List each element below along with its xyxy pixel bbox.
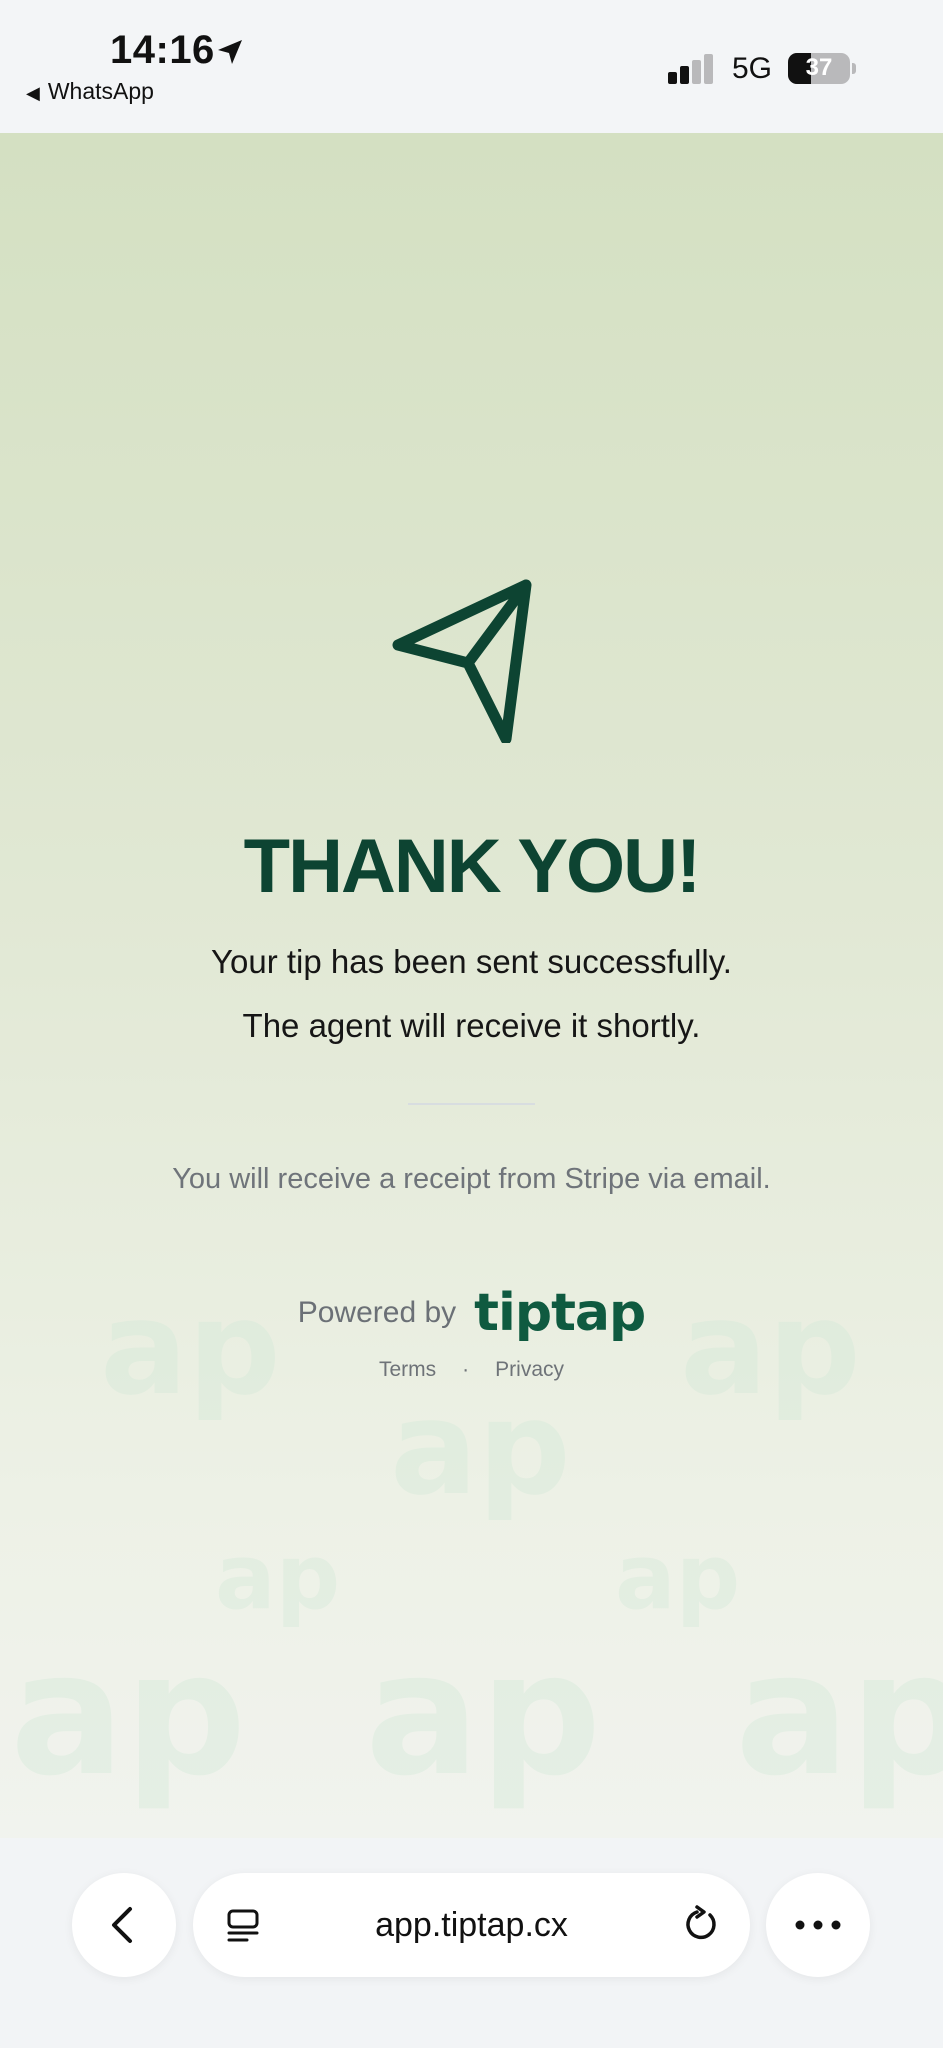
status-bar: 14:16 ◀ WhatsApp 5G 37 — [0, 0, 943, 133]
battery-tip — [852, 63, 856, 74]
powered-by-label: Powered by — [297, 1296, 457, 1329]
watermark-glyph: ap — [215, 1525, 340, 1630]
tiptap-logo[interactable]: tiptap — [474, 1283, 646, 1343]
cellular-signal-icon — [668, 54, 716, 84]
watermark-glyph: ap — [615, 1525, 740, 1630]
divider — [408, 1103, 535, 1105]
back-triangle-icon: ◀ — [26, 83, 40, 103]
terms-link[interactable]: Terms — [379, 1358, 436, 1382]
watermark-glyph: ap — [390, 1372, 571, 1524]
watermark-glyph: ap — [735, 1616, 943, 1814]
back-to-app-link[interactable]: ◀ WhatsApp — [26, 78, 154, 105]
browser-toolbar: app.tiptap.cx — [0, 1838, 943, 2048]
status-time: 14:16 — [110, 28, 215, 72]
page-content: ap ap ap ap ap ap ap ap THANK YOU! Your … — [0, 133, 943, 1838]
watermark-glyph: ap — [10, 1616, 246, 1814]
back-app-label: WhatsApp — [47, 78, 154, 104]
back-button[interactable] — [72, 1873, 176, 1977]
watermark-glyph: ap — [365, 1616, 601, 1814]
footer-links: Terms · Privacy — [0, 1358, 943, 1382]
network-type: 5G — [732, 52, 773, 85]
reload-icon[interactable] — [680, 1905, 720, 1945]
location-arrow-icon — [218, 40, 242, 64]
receipt-note: You will receive a receipt from Stripe v… — [172, 1163, 771, 1195]
privacy-link[interactable]: Privacy — [495, 1358, 564, 1382]
address-bar[interactable]: app.tiptap.cx — [193, 1873, 750, 1977]
agent-message: The agent will receive it shortly. — [242, 1007, 701, 1044]
battery-icon: 37 — [788, 53, 850, 84]
brand-watermark-pattern: ap ap ap ap ap ap ap ap — [10, 1272, 943, 1814]
screen: 14:16 ◀ WhatsApp 5G 37 ap ap ap ap ap ap… — [0, 0, 943, 2048]
more-icon — [795, 1920, 841, 1930]
battery-level: 37 — [805, 54, 833, 81]
page-title: THANK YOU! — [243, 824, 702, 909]
link-separator: · — [462, 1358, 470, 1381]
powered-by: Powered by tiptap — [0, 1283, 943, 1343]
url-text[interactable]: app.tiptap.cx — [193, 1906, 750, 1945]
paper-plane-icon — [392, 579, 532, 743]
back-chevron-icon — [112, 1907, 132, 1943]
more-button[interactable] — [766, 1873, 870, 1977]
success-message: Your tip has been sent successfully. — [211, 943, 732, 980]
